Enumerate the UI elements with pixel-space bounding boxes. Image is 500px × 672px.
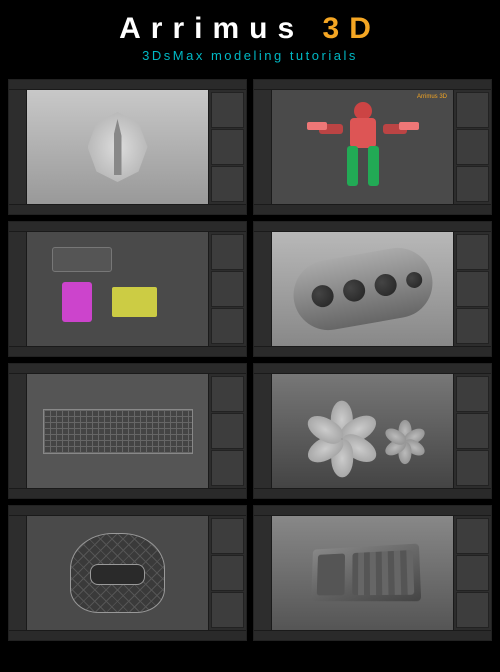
command-panel bbox=[208, 516, 246, 630]
command-panel bbox=[453, 374, 491, 488]
thumbnail-primitives[interactable] bbox=[8, 221, 247, 357]
viewport bbox=[272, 374, 453, 488]
viewport bbox=[27, 374, 208, 488]
panel-section bbox=[456, 592, 489, 628]
app-menubar bbox=[254, 80, 491, 90]
command-panel bbox=[453, 232, 491, 346]
panel-section bbox=[211, 592, 244, 628]
app-menubar bbox=[254, 506, 491, 516]
panel-section bbox=[456, 450, 489, 486]
panel-section bbox=[456, 271, 489, 307]
command-panel bbox=[453, 516, 491, 630]
thumbnail-shield[interactable] bbox=[8, 79, 247, 215]
flower-small bbox=[382, 419, 428, 465]
thumbnail-crate[interactable] bbox=[253, 505, 492, 641]
cylinder-primitive bbox=[62, 282, 92, 322]
timeline-bar bbox=[9, 346, 246, 356]
command-panel bbox=[208, 374, 246, 488]
panel-section bbox=[456, 413, 489, 449]
tool-panel-left bbox=[254, 232, 272, 346]
panel-section bbox=[211, 308, 244, 344]
tool-panel-left bbox=[9, 90, 27, 204]
shield-model bbox=[88, 112, 148, 182]
hole-indent bbox=[372, 272, 397, 297]
hole-indent bbox=[341, 278, 366, 303]
viewport bbox=[27, 516, 208, 630]
panel-section bbox=[211, 166, 244, 202]
character-model bbox=[333, 102, 393, 192]
timeline-bar bbox=[254, 630, 491, 640]
panel-section bbox=[211, 129, 244, 165]
panel-section bbox=[211, 376, 244, 412]
panel-section bbox=[456, 308, 489, 344]
thumbnail-helmet[interactable] bbox=[8, 505, 247, 641]
page-header: Arrimus 3D 3DsMax modeling tutorials bbox=[0, 0, 500, 71]
panel-section bbox=[456, 129, 489, 165]
panel-section bbox=[456, 555, 489, 591]
timeline-bar bbox=[9, 204, 246, 214]
tool-panel-left bbox=[254, 516, 272, 630]
app-menubar bbox=[9, 80, 246, 90]
viewport bbox=[27, 232, 208, 346]
tool-panel-left bbox=[9, 374, 27, 488]
panel-section bbox=[456, 92, 489, 128]
flower-large bbox=[302, 399, 382, 479]
timeline-bar bbox=[9, 488, 246, 498]
tool-panel-left bbox=[9, 232, 27, 346]
crate-model bbox=[311, 543, 421, 601]
tool-panel-left bbox=[254, 90, 272, 204]
hole-indent bbox=[309, 283, 334, 308]
app-menubar bbox=[9, 506, 246, 516]
flower-scene bbox=[272, 374, 453, 488]
app-menubar bbox=[254, 364, 491, 374]
panel-section bbox=[456, 518, 489, 554]
timeline-bar bbox=[254, 204, 491, 214]
title-accent: 3D bbox=[323, 12, 381, 45]
thumbnail-rifle[interactable] bbox=[8, 363, 247, 499]
box-primitive bbox=[112, 287, 157, 317]
hole-indent bbox=[404, 271, 423, 290]
command-panel bbox=[208, 232, 246, 346]
title-main: Arrimus bbox=[119, 12, 304, 45]
panel-section bbox=[456, 234, 489, 270]
rifle-wireframe bbox=[43, 409, 193, 454]
panel-section bbox=[211, 413, 244, 449]
panel-section bbox=[456, 376, 489, 412]
command-panel bbox=[453, 90, 491, 204]
thumbnail-grid: Arrimus 3D bbox=[0, 71, 500, 649]
command-panel bbox=[208, 90, 246, 204]
page-title: Arrimus 3D bbox=[0, 12, 500, 46]
tool-panel-left bbox=[254, 374, 272, 488]
app-menubar bbox=[254, 222, 491, 232]
timeline-bar bbox=[254, 488, 491, 498]
gun-mesh bbox=[52, 247, 112, 272]
timeline-bar bbox=[254, 346, 491, 356]
thumbnail-holes[interactable] bbox=[253, 221, 492, 357]
viewport bbox=[272, 232, 453, 346]
panel-section bbox=[211, 271, 244, 307]
panel-section bbox=[211, 92, 244, 128]
thumbnail-character[interactable]: Arrimus 3D bbox=[253, 79, 492, 215]
panel-section bbox=[456, 166, 489, 202]
viewport bbox=[27, 90, 208, 204]
tube-model bbox=[287, 242, 437, 335]
helmet-wireframe bbox=[70, 533, 165, 613]
panel-section bbox=[211, 450, 244, 486]
app-menubar bbox=[9, 222, 246, 232]
tool-panel-left bbox=[9, 516, 27, 630]
panel-section bbox=[211, 555, 244, 591]
panel-section bbox=[211, 234, 244, 270]
app-menubar bbox=[9, 364, 246, 374]
panel-section bbox=[211, 518, 244, 554]
thumbnail-flowers[interactable] bbox=[253, 363, 492, 499]
viewport bbox=[272, 516, 453, 630]
page-subtitle: 3DsMax modeling tutorials bbox=[0, 48, 500, 63]
primitive-scene bbox=[27, 232, 208, 346]
watermark-text: Arrimus 3D bbox=[417, 94, 447, 100]
viewport: Arrimus 3D bbox=[272, 90, 453, 204]
timeline-bar bbox=[9, 630, 246, 640]
